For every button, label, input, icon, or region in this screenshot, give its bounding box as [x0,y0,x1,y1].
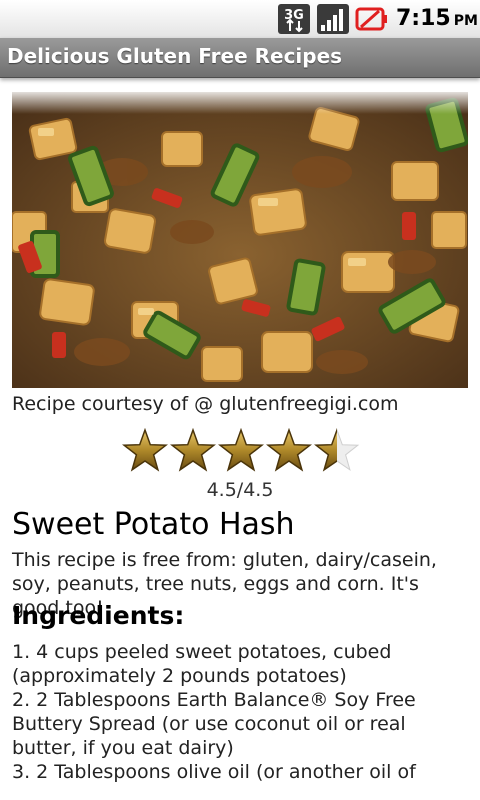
ingredients-list: 1. 4 cups peeled sweet potatoes, cubed (… [12,640,474,784]
star-filled [170,428,216,472]
star-filled [122,428,168,472]
ingredient-item: 1. 4 cups peeled sweet potatoes, cubed (… [12,641,392,687]
3g-data-icon: 3G [278,4,310,34]
3g-label: 3G [284,8,304,23]
status-bar: 3G 7:15 PM [0,0,480,39]
ingredients-heading: Ingredients: [12,601,185,630]
recipe-photo [12,92,468,388]
status-clock: 7:15 PM [396,6,478,31]
recipe-credit: Recipe courtesy of @ glutenfreegigi.com [12,393,399,415]
battery-empty-icon [355,7,387,31]
app-title: Delicious Gluten Free Recipes [7,44,343,68]
rating-value: 4.5/4.5 [206,479,274,501]
ingredient-item: 2. 2 Tablespoons Earth Balance® Soy Free… [12,689,416,759]
star-filled [266,428,312,472]
clock-ampm: PM [453,13,478,29]
recipe-title: Sweet Potato Hash [12,507,295,542]
star-filled [218,428,264,472]
app-title-bar: Delicious Gluten Free Recipes [0,38,480,78]
signal-bars-icon [317,4,349,34]
clock-time: 7:15 [396,6,451,31]
sweet-potato-hash-image [12,92,468,388]
ingredient-item: 3. 2 Tablespoons olive oil (or another o… [12,761,416,783]
rating-stars [122,428,360,472]
